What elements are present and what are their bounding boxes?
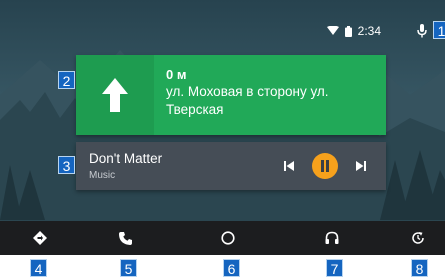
media-controls (284, 150, 366, 182)
dock-recent-button[interactable] (398, 221, 438, 255)
recent-icon (412, 232, 424, 244)
clock: 2:34 (357, 24, 381, 38)
dock-home-button[interactable] (208, 221, 248, 255)
bottom-dock (0, 221, 445, 255)
navigation-street: ул. Моховая в сторону ул. Тверская (166, 84, 329, 117)
navigation-card[interactable]: 0 м ул. Моховая в сторону ул. Тверская (76, 55, 386, 135)
annotation-label-8: 8 (411, 259, 428, 277)
track-title: Don't Matter (89, 151, 163, 166)
microphone-icon[interactable] (417, 24, 427, 38)
maneuver-box (76, 55, 154, 135)
status-bar: 2:34 (326, 22, 427, 40)
annotation-label-6: 6 (223, 259, 240, 277)
navigation-text: 0 м ул. Моховая в сторону ул. Тверская (166, 66, 376, 119)
wifi-icon (326, 26, 339, 35)
home-icon (221, 231, 235, 245)
annotation-label-2: 2 (58, 71, 75, 89)
media-source: Music (89, 170, 116, 181)
arrow-straight-icon (102, 78, 128, 112)
navigation-distance: 0 м (166, 67, 187, 82)
annotation-label-3: 3 (58, 156, 75, 174)
annotation-label-5: 5 (120, 259, 137, 277)
dock-phone-button[interactable] (105, 221, 145, 255)
pause-button[interactable] (312, 153, 338, 179)
navigation-icon (33, 231, 47, 245)
skip-next-icon[interactable] (356, 161, 366, 171)
dock-media-button[interactable] (312, 221, 352, 255)
android-auto-screen: 2:34 0 м ул. Моховая в сторону ул. Тверс… (0, 0, 445, 255)
dock-navigation-button[interactable] (20, 221, 60, 255)
pause-icon (321, 160, 329, 172)
media-card[interactable]: Don't Matter Music (76, 142, 386, 190)
battery-icon (344, 25, 352, 37)
annotation-label-7: 7 (326, 259, 343, 277)
annotation-label-4: 4 (30, 259, 47, 277)
annotation-label-1: 1 (433, 21, 445, 39)
phone-icon (118, 231, 132, 245)
headphones-icon (325, 231, 339, 244)
skip-previous-icon[interactable] (284, 161, 294, 171)
